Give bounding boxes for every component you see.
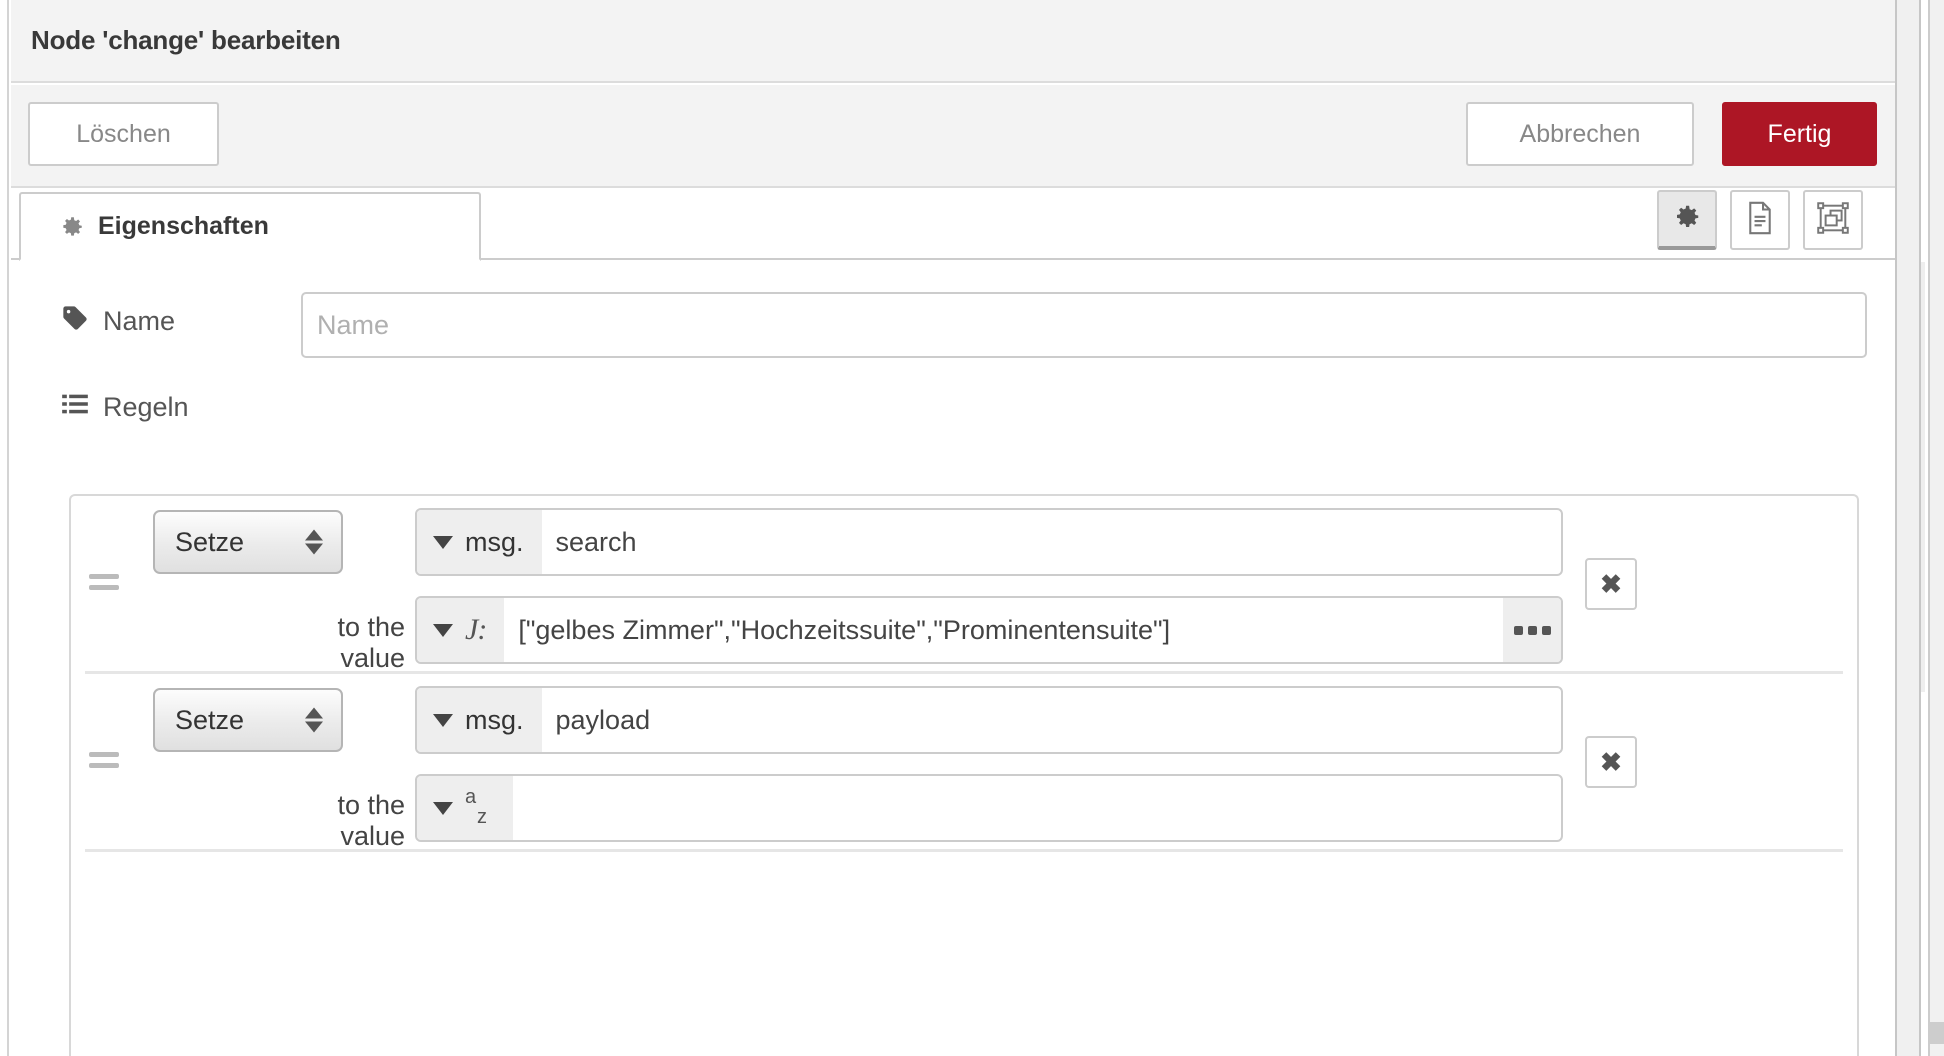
chevron-updown-icon [305, 529, 323, 555]
tab-actions [1657, 190, 1863, 250]
properties-view-button[interactable] [1657, 190, 1717, 250]
rule-action-select[interactable]: Setze [153, 510, 343, 574]
tab-properties[interactable]: Eigenschaften [19, 192, 481, 261]
chevron-down-icon [433, 535, 453, 549]
rule-row: Setze msg. to the value [85, 496, 1843, 674]
gear-icon [1672, 202, 1702, 237]
left-gutter [0, 0, 9, 1056]
delete-button[interactable]: Löschen [28, 102, 219, 166]
rule-remove-button[interactable]: ✖ [1585, 736, 1637, 788]
chevron-down-icon [433, 713, 453, 727]
rule-value-type-button[interactable]: az [417, 776, 513, 840]
rule-value-typedinput[interactable]: az [415, 774, 1563, 842]
rule-property-type-button[interactable]: msg. [417, 688, 542, 752]
chevron-down-icon [433, 623, 453, 637]
expand-editor-button[interactable] [1503, 598, 1561, 662]
page-scrollbar-thumb[interactable] [1930, 1022, 1944, 1044]
rule-value-typedinput[interactable]: J: [415, 596, 1563, 664]
string-type-icon: az [465, 786, 487, 828]
properties-form: Name Regeln [11, 262, 1895, 1056]
dialog-header: Node 'change' bearbeiten [11, 0, 1895, 83]
dialog-toolbar: Löschen Abbrechen Fertig [11, 85, 1895, 188]
done-button[interactable]: Fertig [1722, 102, 1877, 166]
drag-handle[interactable] [89, 752, 119, 776]
rule-property-type-label: msg. [465, 704, 524, 735]
tab-properties-label: Eigenschaften [98, 212, 269, 240]
page-title: Node 'change' bearbeiten [31, 25, 341, 55]
chevron-updown-icon [305, 707, 323, 733]
edit-dialog: Node 'change' bearbeiten Löschen Abbrech… [11, 0, 1895, 1056]
rule-property-input[interactable] [541, 510, 1561, 574]
rule-value-row-label: to the value [337, 612, 405, 673]
node-red-edit-dialog-screen: Node 'change' bearbeiten Löschen Abbrech… [0, 0, 1944, 1056]
rule-property-typedinput[interactable]: msg. [415, 508, 1563, 576]
page-scrollbar-track[interactable] [1928, 0, 1944, 1056]
rule-action-select[interactable]: Setze [153, 688, 343, 752]
rule-action-value: Setze [175, 704, 245, 735]
cancel-button[interactable]: Abbrechen [1466, 102, 1694, 166]
rule-remove-button[interactable]: ✖ [1585, 558, 1637, 610]
gear-icon [59, 214, 85, 240]
rule-property-type-label: msg. [465, 526, 524, 557]
rule-property-typedinput[interactable]: msg. [415, 686, 1563, 754]
appearance-view-button[interactable] [1803, 190, 1863, 250]
name-field-row: Name [11, 284, 1895, 364]
rules-section-label-group: Regeln [61, 390, 189, 425]
chevron-down-icon [433, 801, 453, 815]
name-field-label: Name [103, 306, 176, 336]
json-type-icon: J: [465, 613, 487, 646]
name-input[interactable] [301, 292, 1867, 358]
dialog-scrollbar-track[interactable] [1895, 0, 1921, 1056]
drag-handle[interactable] [89, 574, 119, 598]
rule-action-value: Setze [175, 526, 245, 557]
rule-property-type-button[interactable]: msg. [417, 510, 542, 574]
rules-section-label: Regeln [103, 392, 189, 422]
rule-property-input[interactable] [541, 688, 1561, 752]
list-icon [61, 390, 89, 425]
description-icon [1745, 201, 1775, 240]
name-field-label-group: Name [61, 304, 175, 339]
rules-list: Setze msg. to the value [69, 494, 1859, 1056]
rule-row: Setze msg. to the value [85, 674, 1843, 852]
rule-value-type-button[interactable]: J: [417, 598, 505, 662]
appearance-icon [1817, 201, 1849, 239]
tag-icon [61, 304, 89, 339]
description-view-button[interactable] [1730, 190, 1790, 250]
rule-value-input[interactable] [513, 776, 1561, 840]
rule-value-row-label: to the value [337, 790, 405, 851]
rule-value-input[interactable] [504, 598, 1503, 662]
tab-bar: Eigenschaften [11, 190, 1895, 261]
